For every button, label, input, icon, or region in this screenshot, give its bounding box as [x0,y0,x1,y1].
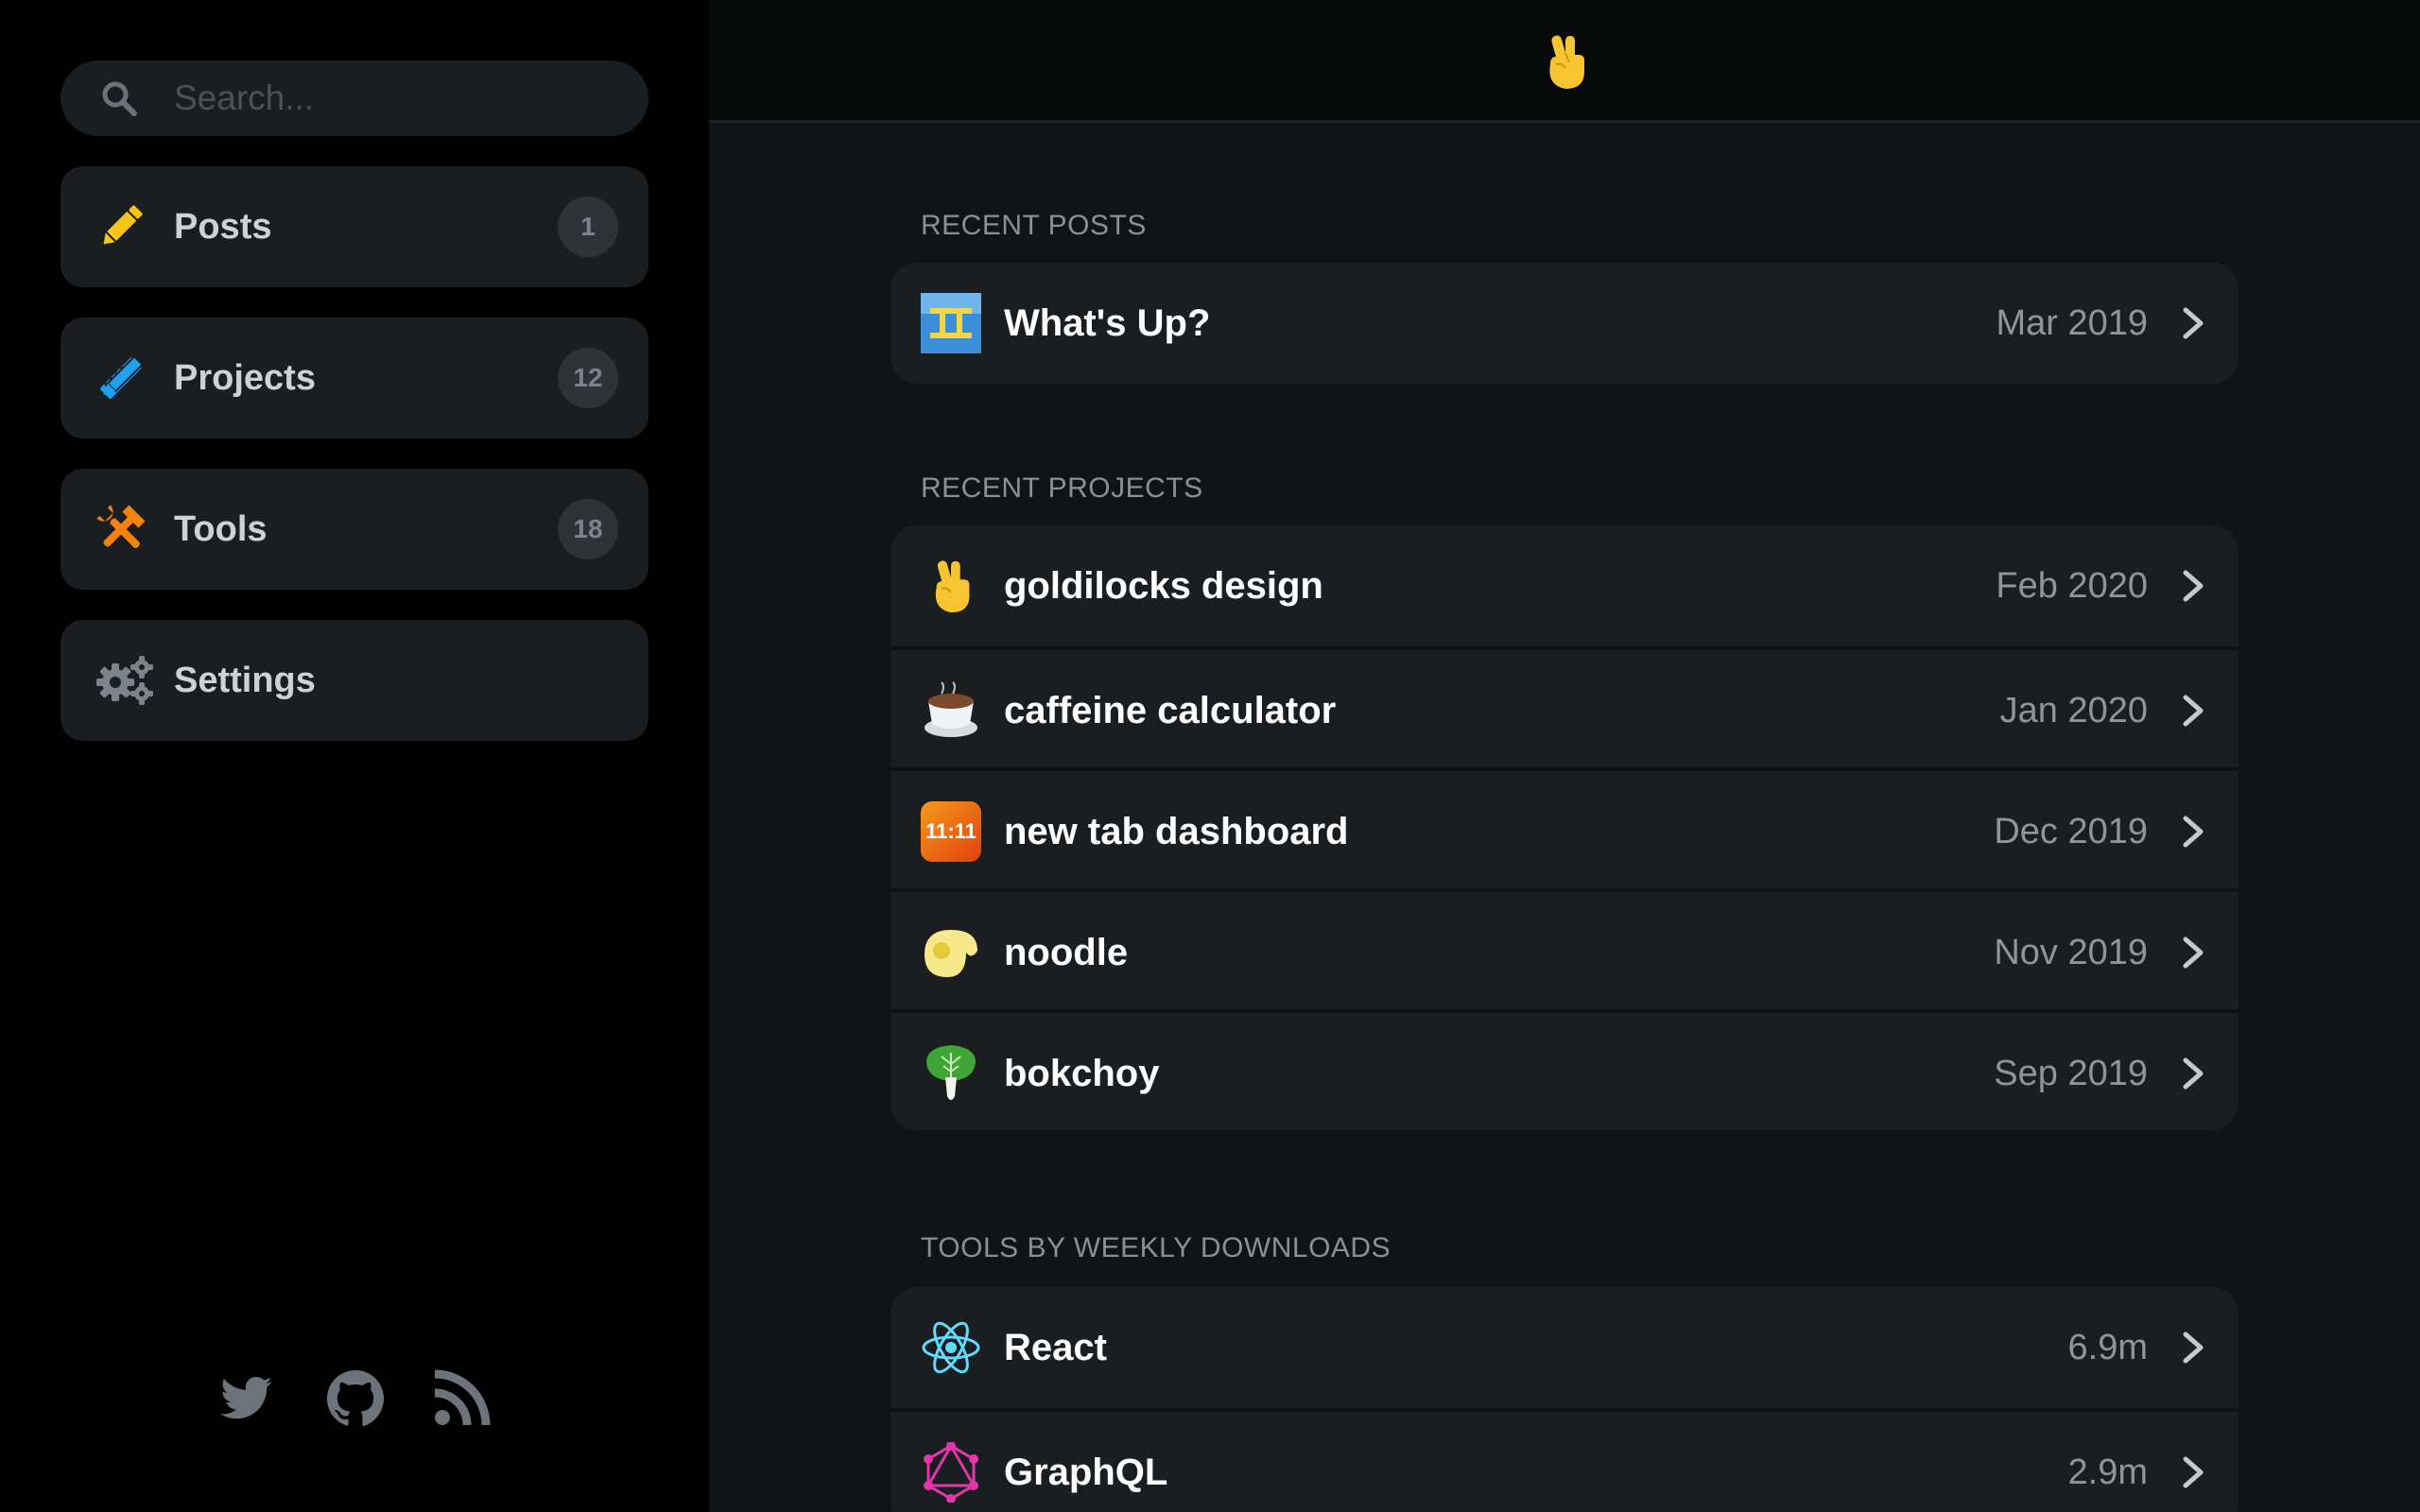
row-title: noodle [1004,932,1129,973]
list-item[interactable]: What's Up? Mar 2019 [890,263,2238,384]
graphql-icon [924,1442,978,1503]
post-thumbnail-icon [921,293,981,353]
chevron-right-icon [2183,816,2204,848]
github-icon[interactable] [325,1368,386,1429]
sidebar-item-tools[interactable]: Tools 18 [60,469,648,590]
row-downloads: 2.9m [2067,1452,2148,1492]
clock-1111-icon: 11:11 [921,801,981,862]
row-downloads: 6.9m [2067,1328,2148,1367]
list-item[interactable]: caffeine calculator Jan 2020 [890,646,2238,767]
list-item[interactable]: React 6.9m [890,1287,2238,1408]
tools-list: React 6.9m GraphQL 2.9m [890,1287,2238,1512]
row-date: Mar 2019 [1996,303,2148,343]
list-item[interactable]: noodle Nov 2019 [890,888,2238,1009]
coffee-cup-icon [925,681,977,737]
list-item[interactable]: goldilocks design Feb 2020 [890,525,2238,646]
row-date: Feb 2020 [1996,566,2148,606]
chevron-right-icon [2183,936,2204,969]
chevron-right-icon [2183,307,2204,339]
top-bar [709,0,2420,123]
search-icon [102,81,137,116]
twitter-icon[interactable] [217,1368,278,1429]
search-box[interactable] [60,60,648,136]
noodle-icon [925,930,977,977]
list-item[interactable]: GraphQL 2.9m [890,1408,2238,1512]
pencil-icon [103,205,143,245]
list-item[interactable]: bokchoy Sep 2019 [890,1009,2238,1130]
posts-list: What's Up? Mar 2019 [890,263,2238,384]
count-badge: 1 [558,197,618,257]
row-date: Dec 2019 [1994,812,2148,851]
tools-icon [96,505,146,548]
projects-list: goldilocks design Feb 2020 caffeine calc… [890,525,2238,1130]
clock-1111-label: 11:11 [925,819,977,843]
row-title: goldilocks design [1004,565,1323,607]
list-item[interactable]: 11:11 new tab dashboard Dec 2019 [890,767,2238,888]
pencil-ruler-icon [100,354,145,399]
chevron-right-icon [2183,1332,2204,1364]
sidebar-item-label: Tools [174,509,268,549]
bokchoy-icon [926,1045,976,1100]
row-title: React [1004,1327,1107,1368]
row-title: GraphQL [1004,1452,1168,1493]
chevron-right-icon [2183,695,2204,727]
row-title: caffeine calculator [1004,690,1337,731]
sidebar: Posts 1 Projects 12 [0,0,709,1512]
gears-icon [96,656,153,705]
sidebar-item-label: Settings [174,661,316,700]
main-content: RECENT POSTS What's Up? Mar 2019 RECENT … [709,0,2420,1512]
sidebar-item-label: Projects [174,358,316,398]
chevron-right-icon [2183,570,2204,602]
rss-icon[interactable] [431,1368,492,1429]
section-title-projects: RECENT PROJECTS [921,472,1203,504]
count-badge: 12 [558,348,618,408]
sidebar-item-label: Posts [174,207,272,247]
row-date: Sep 2019 [1994,1054,2148,1093]
section-title-tools: TOOLS BY WEEKLY DOWNLOADS [921,1232,1392,1263]
section-title-posts: RECENT POSTS [921,210,1147,241]
crossed-fingers-icon [935,560,970,613]
row-date: Jan 2020 [1999,691,2148,730]
react-icon [922,1321,980,1374]
chevron-right-icon [2183,1057,2204,1090]
count-badge: 18 [558,499,618,559]
sidebar-item-settings[interactable]: Settings [60,620,648,741]
row-title: new tab dashboard [1004,811,1349,852]
crossed-fingers-icon[interactable] [1537,30,1594,93]
row-title: What's Up? [1004,302,1211,344]
row-date: Nov 2019 [1994,933,2148,972]
chevron-right-icon [2183,1456,2204,1488]
sidebar-item-posts[interactable]: Posts 1 [60,166,648,287]
sidebar-item-projects[interactable]: Projects 12 [60,318,648,438]
row-title: bokchoy [1004,1053,1160,1094]
search-input[interactable] [174,60,628,136]
